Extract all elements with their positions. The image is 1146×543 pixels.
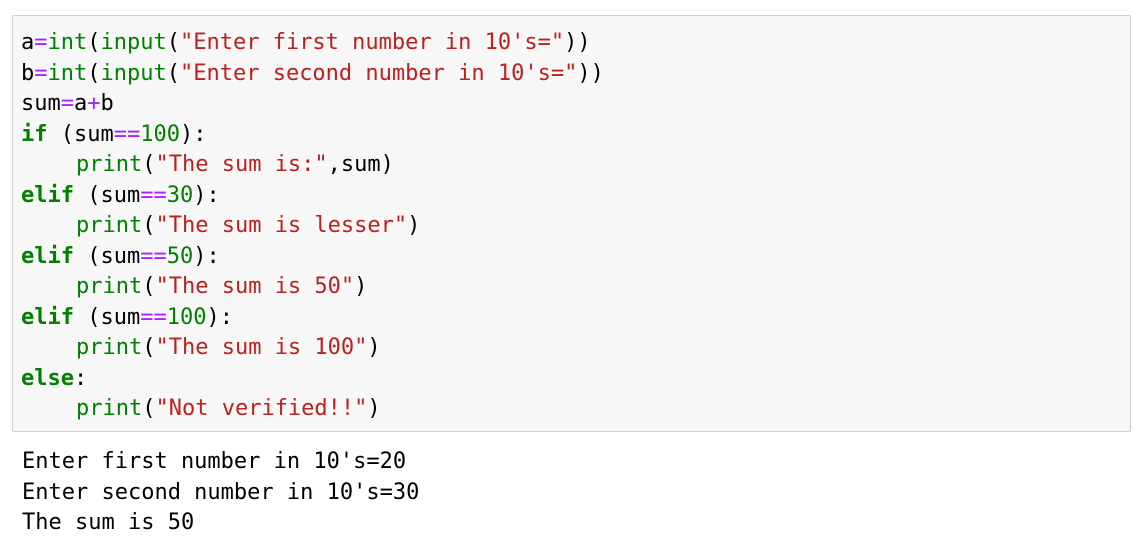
output-line: The sum is 50: [22, 510, 195, 535]
code-token: ==: [113, 121, 141, 147]
code-token: "Enter first number in 10's=": [179, 30, 565, 55]
code-line: sum=a+b: [21, 89, 1122, 120]
code-token: (sum: [73, 304, 141, 330]
code-token: (: [142, 396, 156, 421]
code-token: (: [166, 30, 180, 55]
code-token: input: [100, 30, 167, 55]
code-token: else: [21, 365, 74, 391]
code-token: print: [76, 274, 143, 299]
code-token: ,sum): [327, 152, 394, 177]
code-token: "The sum is:": [155, 152, 328, 177]
code-token: =: [60, 91, 74, 116]
code-token: ): [354, 274, 368, 299]
code-token: "Enter second number in 10's=": [179, 60, 578, 86]
code-token: :: [73, 365, 88, 391]
code-token: (: [142, 213, 156, 238]
code-editor[interactable]: a=int(input("Enter first number in 10's=…: [21, 28, 1122, 425]
code-token: (: [142, 335, 156, 360]
code-token: ): [367, 335, 381, 360]
code-token: =: [34, 60, 48, 86]
code-token: "The sum is 50": [155, 274, 355, 299]
code-token: a: [21, 30, 35, 55]
code-line: else:: [21, 364, 1122, 395]
code-token: ==: [140, 243, 167, 269]
cell-output: Enter first number in 10's=20 Enter seco…: [22, 447, 419, 539]
code-line: b=int(input("Enter second number in 10's…: [21, 59, 1122, 90]
code-token: (sum: [73, 182, 141, 208]
code-line: a=int(input("Enter first number in 10's=…: [21, 28, 1122, 59]
code-token: =: [34, 30, 48, 55]
code-token: +: [87, 91, 101, 116]
code-token: ):: [193, 182, 220, 208]
code-token: (: [142, 274, 156, 299]
code-token: ): [367, 396, 381, 421]
code-token: a: [74, 91, 88, 116]
code-token: b: [100, 91, 114, 116]
code-token: print: [76, 335, 143, 360]
code-token: 100: [166, 304, 207, 330]
code-token: int: [47, 30, 88, 55]
code-line: print("The sum is lesser"): [21, 211, 1122, 242]
code-token: ):: [206, 304, 233, 330]
code-token: elif: [21, 182, 74, 208]
code-token: print: [76, 152, 143, 177]
output-line: Enter second number in 10's=30: [22, 479, 420, 505]
code-token: (: [142, 152, 156, 177]
code-token: "The sum is lesser": [155, 213, 408, 238]
code-token: ): [407, 213, 421, 238]
code-token: (: [166, 60, 180, 86]
code-token: print: [76, 213, 143, 238]
code-token: input: [100, 60, 167, 86]
code-line: if (sum==100):: [21, 120, 1122, 151]
code-token: (: [87, 60, 101, 86]
output-line: Enter first number in 10's=20: [22, 449, 407, 474]
code-token: int: [47, 60, 88, 86]
code-token: (: [87, 30, 101, 55]
code-token: if: [21, 121, 48, 147]
code-token: ==: [140, 182, 167, 208]
code-token: "The sum is 100": [155, 335, 368, 360]
code-line: print("The sum is:",sum): [21, 150, 1122, 181]
code-token: 30: [166, 182, 194, 208]
code-line: print("The sum is 100"): [21, 333, 1122, 364]
code-token: ==: [140, 304, 167, 330]
code-token: (sum: [73, 243, 141, 269]
code-token: elif: [21, 304, 74, 330]
code-line: print("The sum is 50"): [21, 272, 1122, 303]
code-token: (sum: [47, 121, 114, 147]
code-token: 100: [140, 121, 180, 147]
code-token: )): [577, 60, 604, 86]
code-line: elif (sum==50):: [21, 242, 1122, 273]
code-line: print("Not verified!!"): [21, 394, 1122, 425]
code-line: elif (sum==100):: [21, 303, 1122, 334]
code-token: "Not verified!!": [155, 396, 368, 421]
code-token: )): [564, 30, 591, 55]
code-cell[interactable]: a=int(input("Enter first number in 10's=…: [12, 15, 1131, 432]
code-token: ):: [193, 243, 220, 269]
code-token: elif: [21, 243, 74, 269]
code-token: b: [21, 60, 35, 86]
code-token: 50: [166, 243, 194, 269]
code-token: sum: [21, 91, 61, 116]
code-token: ):: [179, 121, 207, 147]
code-line: elif (sum==30):: [21, 181, 1122, 212]
code-token: print: [76, 396, 143, 421]
